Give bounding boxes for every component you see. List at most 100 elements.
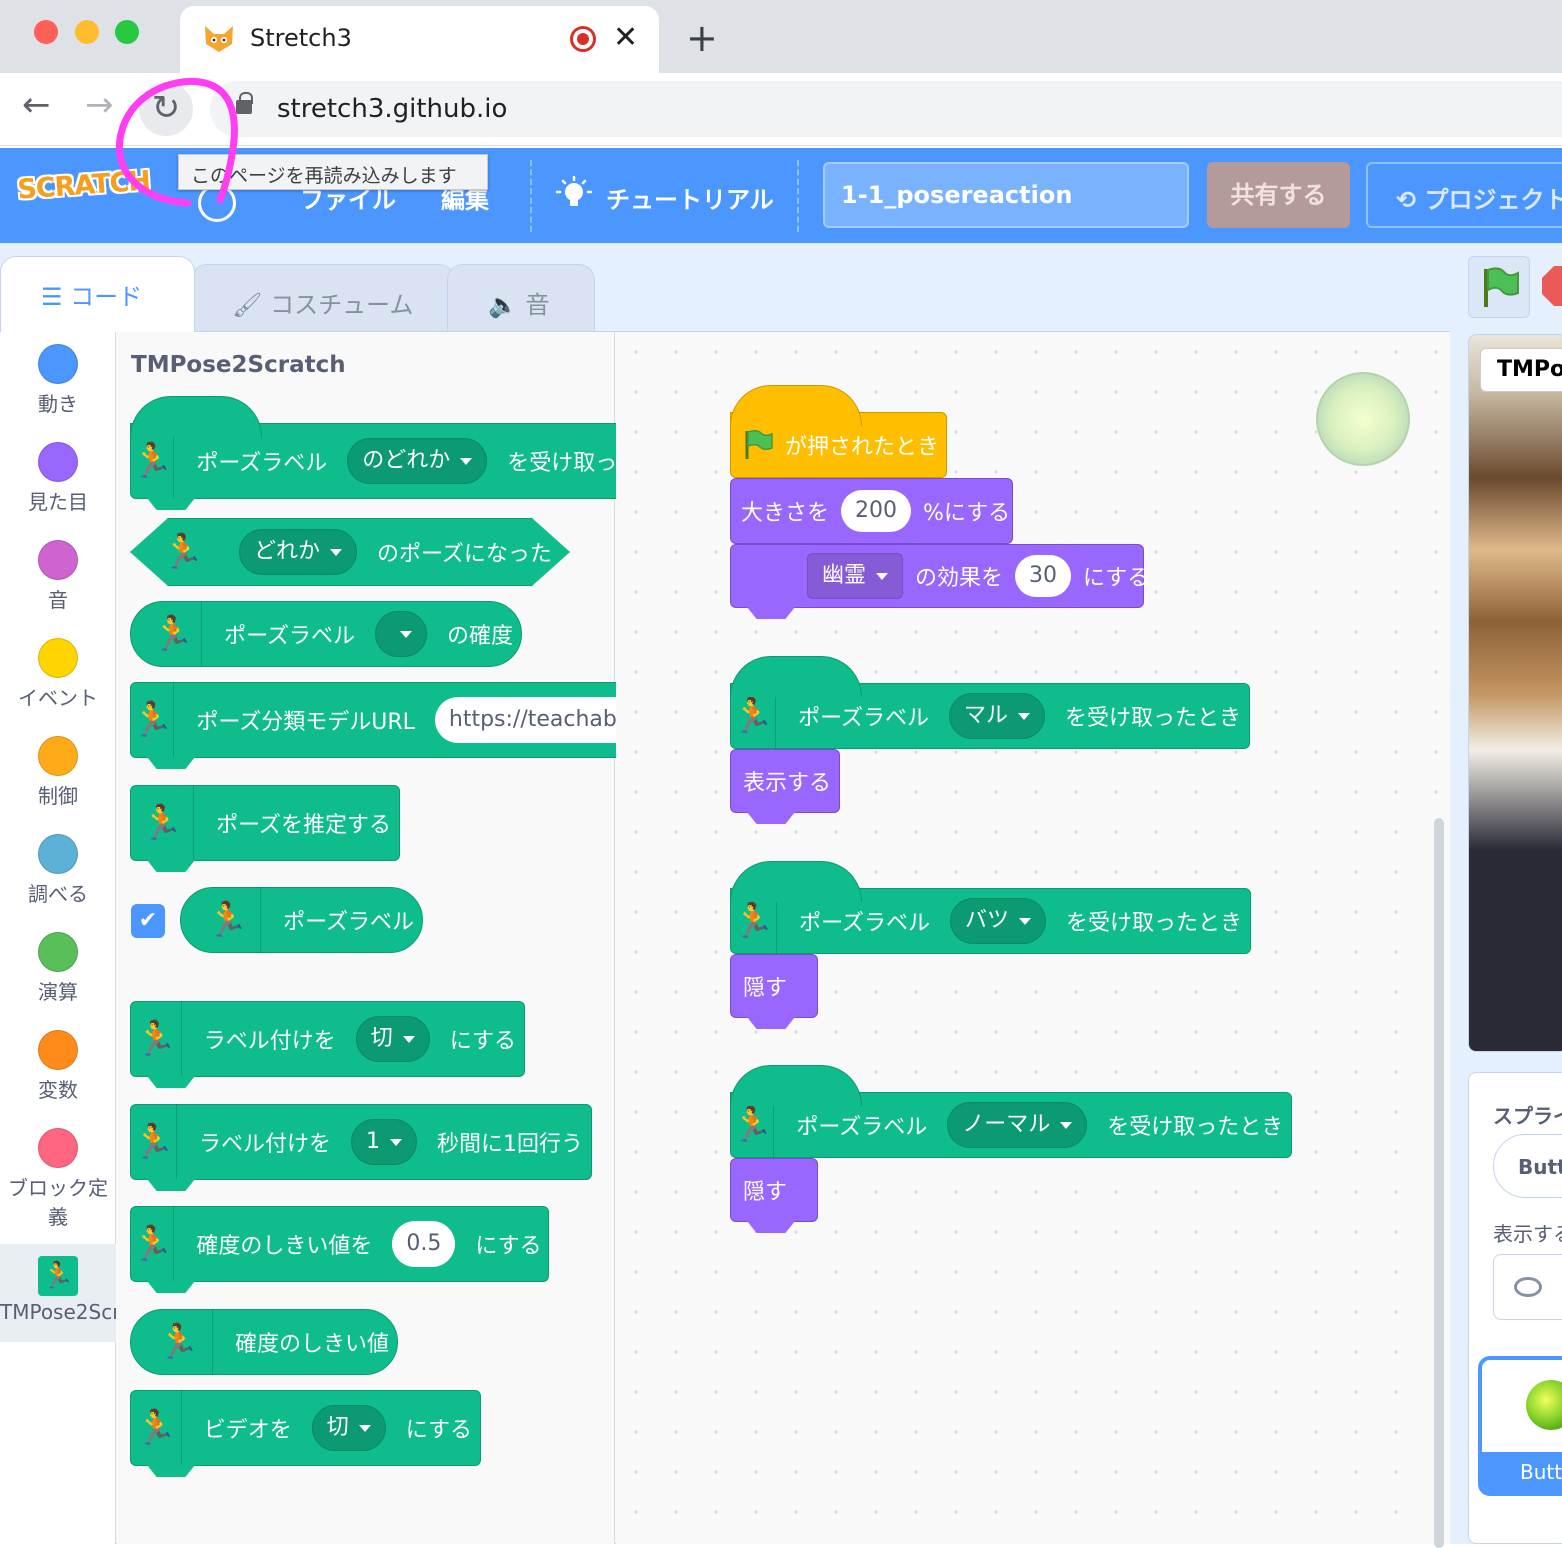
labeling-interval-block[interactable]: 🏃 ラベル付けを 1 秒間に1回行う [130,1104,592,1180]
block-text: 表示する [743,771,832,796]
pose-label-dropdown[interactable]: マル [948,693,1045,739]
pose-label-received-hat-block[interactable]: 🏃 ポーズラベル のどれか を受け取ったとき [130,396,683,499]
effect-dropdown[interactable]: 幽霊 [807,553,904,599]
category-sensing[interactable]: 調べる [0,834,116,907]
category-operators[interactable]: 演算 [0,932,116,1005]
tab-title: Stretch3 [250,24,352,52]
back-button[interactable]: ← [22,85,51,125]
category-looks[interactable]: 見た目 [0,442,116,515]
running-figure-icon: 🏃 [131,1206,175,1282]
sprite-thumbnail [1526,1380,1562,1430]
sensing-dot-icon [38,834,78,874]
pose-dropdown[interactable]: どれか [239,529,357,575]
tab-close-icon[interactable]: ✕ [613,20,638,55]
category-control[interactable]: 制御 [0,736,116,809]
window-zoom-button[interactable] [115,20,139,44]
brush-icon: 🖌 [232,291,271,319]
category-motion[interactable]: 動き [0,344,116,417]
confidence-threshold-reporter[interactable]: 🏃 確度のしきい値 [130,1309,398,1375]
running-figure-icon: 🏃 [731,888,778,954]
category-events[interactable]: イベント [0,638,116,711]
stage-video-view[interactable] [1468,334,1562,1052]
pose-label-dropdown[interactable]: バツ [949,898,1046,944]
interval-dropdown[interactable]: 1 [351,1119,417,1165]
tab-code[interactable]: ☰ コード [0,256,195,332]
hide-block[interactable]: 隠す [730,1158,818,1222]
block-text: ポーズラベル [196,451,328,476]
when-flag-clicked-hat-block[interactable]: が押されたとき [730,385,947,478]
workspace-scrollbar[interactable] [1434,818,1444,1548]
block-text: 隠す [743,976,788,1001]
new-tab-button[interactable]: + [686,16,718,60]
video-toggle-block[interactable]: 🏃 ビデオを 切 にする [130,1390,481,1466]
scratch-logo[interactable]: SCRATCH [16,165,153,224]
block-text: を受け取ったとき [1064,706,1241,731]
pose-label-confidence-reporter[interactable]: 🏃 ポーズラベル の確度 [130,601,522,667]
set-effect-block[interactable]: 幽霊 の効果を 30 にする [730,544,1149,608]
reload-tooltip: このページを再読み込みします [178,154,488,190]
estimate-pose-block[interactable]: 🏃 ポーズを推定する [130,785,400,861]
pose-label-dropdown[interactable]: ノーマル [947,1102,1088,1148]
pose-label-reporter[interactable]: 🏃 ポーズラベル [180,887,423,953]
dropdown-arrow-icon [1018,917,1031,925]
labeling-dropdown[interactable]: 切 [355,1016,430,1062]
share-button[interactable]: 共有する [1207,162,1350,228]
dropdown-value: 1 [366,1129,380,1154]
address-bar[interactable]: stretch3.github.io [210,81,1562,137]
block-text: ビデオを [203,1418,292,1443]
pose-label-received-hat-block[interactable]: 🏃 ポーズラベル マル を受け取ったとき [730,656,1250,749]
block-text: ラベル付けを [198,1132,331,1157]
forward-button[interactable]: → [85,85,114,125]
size-input[interactable]: 200 [841,490,912,532]
video-dropdown[interactable]: 切 [311,1405,386,1451]
category-variables[interactable]: 変数 [0,1030,116,1103]
hide-block[interactable]: 隠す [730,954,818,1018]
block-text: 確度のしきい値 [234,1332,389,1357]
pose-label-monitor-checkbox[interactable]: ✔ [131,904,165,938]
url-text: stretch3.github.io [277,94,508,124]
block-text: ポーズラベル [796,1115,928,1140]
running-figure-icon: 🏃 [38,1256,78,1296]
scratch-cat-favicon-icon [205,26,233,52]
see-project-page-button[interactable]: ⟲ プロジェクト [1366,162,1562,228]
set-size-block[interactable]: 大きさを 200 %にする [730,478,1013,544]
set-confidence-threshold-block[interactable]: 🏃 確度のしきい値を 0.5 にする [130,1206,549,1282]
tutorials-menu[interactable]: チュートリアル [606,180,774,215]
category-label: 変数 [38,1078,78,1102]
category-label: 調べる [28,882,88,906]
window-close-button[interactable] [34,20,58,44]
sprite-preview-glow [1316,372,1410,466]
dropdown-value: バツ [964,908,1009,933]
green-flag-button[interactable] [1468,256,1530,318]
project-title-input[interactable]: 1-1_posereaction [823,162,1189,228]
window-minimize-button[interactable] [75,20,99,44]
menu-divider [797,160,799,232]
category-sound[interactable]: 音 [0,540,116,613]
reload-button[interactable]: ↻ [139,82,193,136]
threshold-input[interactable]: 0.5 [392,1221,456,1267]
show-block[interactable]: 表示する [730,749,840,813]
sprite-tile[interactable]: Button [1478,1356,1562,1496]
tab-sounds[interactable]: 🔈 音 [447,264,595,332]
pose-label-received-hat-block[interactable]: 🏃 ポーズラベル バツ を受け取ったとき [730,861,1251,954]
set-labeling-block[interactable]: 🏃 ラベル付けを 切 にする [130,1001,525,1077]
sprite-name-input[interactable]: Button [1493,1134,1562,1198]
green-flag-icon [745,429,773,459]
block-text: にする [405,1418,472,1443]
category-tmpose2scratch[interactable]: 🏃 TMPose2Scr [0,1244,116,1342]
show-sprite-toggle[interactable] [1493,1254,1562,1320]
pose-label-dropdown[interactable]: のどれか [347,438,488,484]
dropdown-arrow-icon [399,630,412,638]
block-text: を受け取ったとき [1065,911,1242,936]
running-figure-icon: 🏃 [195,887,262,953]
tab-code-label: コード [70,283,143,311]
label-dropdown[interactable] [374,611,427,657]
pose-label-received-hat-block[interactable]: 🏃 ポーズラベル ノーマル を受け取ったとき [730,1065,1292,1158]
browser-tab[interactable]: Stretch3 ✕ [180,6,659,73]
pose-is-boolean-block[interactable]: 🏃 どれか のポーズになった [130,518,570,586]
category-my-blocks[interactable]: ブロック定義 [0,1128,116,1230]
pose-model-url-block[interactable]: 🏃 ポーズ分類モデルURL https://teachablemachine [130,682,746,758]
tab-costumes[interactable]: 🖌 コスチューム [191,264,455,332]
block-text: %にする [923,501,1011,526]
effect-value-input[interactable]: 30 [1015,555,1072,597]
